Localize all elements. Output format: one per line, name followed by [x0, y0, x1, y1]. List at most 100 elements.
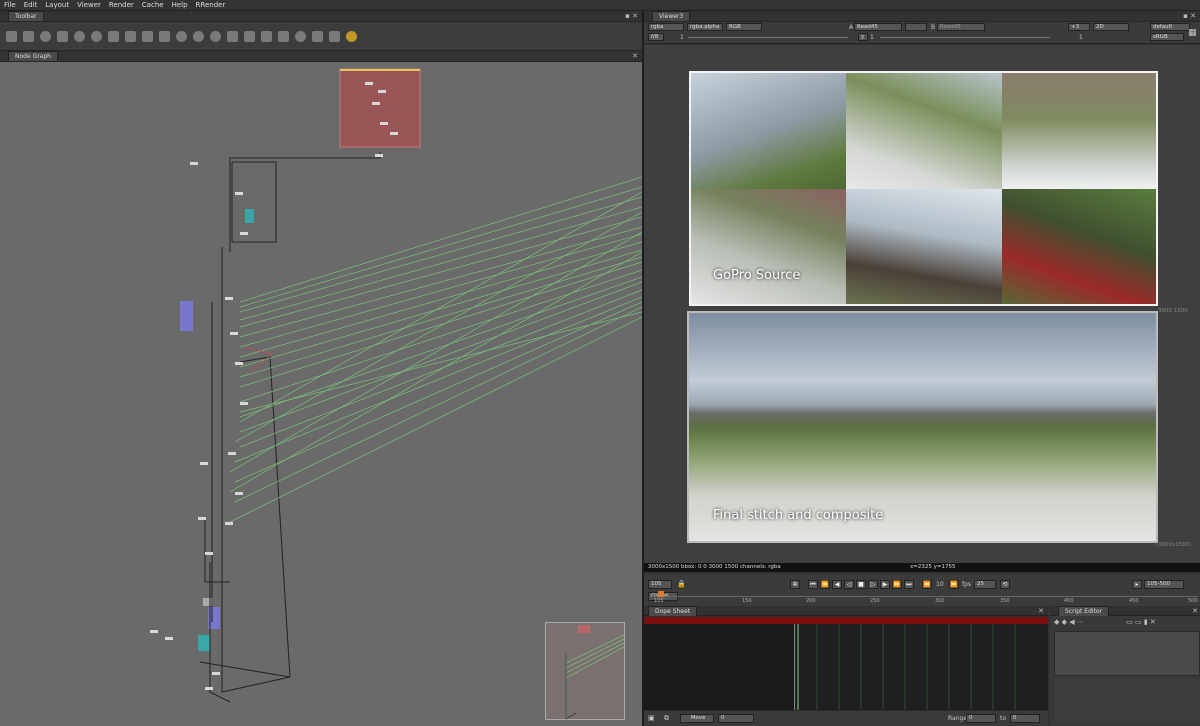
deep-tool-icon[interactable]	[193, 30, 204, 42]
cara-vr-tool-icon[interactable]	[346, 30, 357, 42]
tab-dope-sheet[interactable]: Dope Sheet	[648, 606, 698, 616]
3d-tool-icon[interactable]	[159, 30, 170, 42]
gamma-button[interactable]: y	[858, 33, 868, 41]
range-toggle-icon[interactable]: ▸	[1132, 580, 1142, 589]
menu-rrender[interactable]: RRender	[196, 1, 226, 9]
save-script-icon[interactable]: ▭	[1135, 618, 1142, 626]
first-frame-icon[interactable]: ⏮	[808, 580, 818, 589]
gain-button[interactable]: f/8	[648, 33, 664, 41]
play-options-icon[interactable]: ✲	[790, 580, 800, 589]
timeline-ruler[interactable]: 105 150 200 250 300 350 400 450 500	[650, 591, 1198, 604]
step-forward-icon[interactable]: ▶	[880, 580, 890, 589]
current-frame-field[interactable]: 105	[648, 580, 672, 589]
loop-icon[interactable]: ⟲	[1000, 580, 1010, 589]
menu-file[interactable]: File	[4, 1, 16, 9]
gain-value[interactable]: 1	[680, 34, 684, 41]
range-from-field[interactable]: 0	[966, 714, 996, 723]
node-teal-2[interactable]	[198, 635, 210, 651]
prev-script-icon[interactable]: ◆	[1054, 618, 1059, 626]
other-tool-icon[interactable]	[244, 30, 255, 42]
next-keyframe-icon[interactable]: ⏩	[892, 580, 902, 589]
playhead-marker[interactable]	[658, 591, 664, 597]
dope-sheet-close-icon[interactable]: ✕	[1038, 607, 1044, 615]
graph-pane-close-icon[interactable]: ✕	[632, 52, 638, 60]
keyer-tool-icon[interactable]	[108, 30, 119, 42]
metadata-tool-icon[interactable]	[227, 30, 238, 42]
run-script-icon[interactable]: ▮	[1144, 618, 1148, 626]
alpha-select[interactable]: rgba.alpha	[687, 23, 723, 31]
menu-help[interactable]: Help	[172, 1, 188, 9]
clear-output-icon[interactable]: ✕	[1150, 618, 1156, 626]
colorspace-select[interactable]: RGB	[726, 23, 762, 31]
last-frame-icon[interactable]: ⏭	[904, 580, 914, 589]
gamma-value[interactable]: 1	[870, 34, 874, 41]
input-a-select[interactable]: Read45	[854, 23, 902, 31]
color-tool-icon[interactable]	[74, 30, 85, 42]
lut-select[interactable]: default	[1150, 23, 1190, 31]
move-field[interactable]: 0	[718, 714, 754, 723]
skip-forward-icon[interactable]: ⏩	[949, 580, 959, 589]
dope-sheet-frame-icon[interactable]: ⧉	[664, 714, 669, 723]
tab-viewer3[interactable]: Viewer3	[652, 11, 691, 21]
filter-tool-icon[interactable]	[91, 30, 102, 42]
views-tool-icon[interactable]	[210, 30, 221, 42]
stop-icon[interactable]: ■	[856, 580, 866, 589]
fps-field[interactable]: 25	[974, 580, 996, 589]
dope-sheet-view-icon[interactable]: ▣	[648, 714, 655, 722]
viewer-settings-icon[interactable]: ▦	[1188, 28, 1197, 38]
source-script-icon[interactable]: ⋯	[1077, 618, 1084, 626]
dope-sheet-tree[interactable]	[644, 624, 794, 710]
load-script-icon[interactable]: ▭	[1126, 618, 1133, 626]
channel-tool-icon[interactable]	[57, 30, 68, 42]
merge-op-select[interactable]	[905, 23, 927, 31]
script-output[interactable]	[1054, 631, 1200, 676]
menu-layout[interactable]: Layout	[45, 1, 69, 9]
graph-navigator[interactable]	[545, 622, 625, 720]
node-teal-1[interactable]	[245, 209, 254, 223]
range-to-field[interactable]: 0	[1010, 714, 1040, 723]
merge-tool-icon[interactable]	[125, 30, 136, 42]
lock-icon[interactable]: 🔒	[677, 580, 686, 588]
play-forward-icon[interactable]: ▷	[868, 580, 878, 589]
plugin-tool-icon[interactable]	[312, 30, 323, 42]
menu-cache[interactable]: Cache	[142, 1, 164, 9]
next-script-icon[interactable]: ◆	[1062, 618, 1067, 626]
gain-slider[interactable]	[688, 37, 848, 38]
checker-tool-icon[interactable]	[329, 30, 340, 42]
draw-tool-icon[interactable]	[23, 30, 34, 42]
pane-close-icon[interactable]: ▪ ✕	[625, 12, 638, 20]
input-b-select[interactable]: Read45	[937, 23, 985, 31]
menu-viewer[interactable]: Viewer	[77, 1, 101, 9]
node-blue-1[interactable]	[180, 301, 193, 331]
frame-range-field[interactable]: 105-500	[1144, 580, 1184, 589]
menu-edit[interactable]: Edit	[24, 1, 38, 9]
backdrop-node[interactable]	[339, 68, 421, 148]
time-tool-icon[interactable]	[40, 30, 51, 42]
step-back-icon[interactable]: ◀	[832, 580, 842, 589]
gamma-slider[interactable]	[880, 37, 1050, 38]
script-editor-close-icon[interactable]: ✕	[1192, 607, 1198, 615]
tab-toolbar[interactable]: Toolbar	[8, 11, 44, 21]
menu-render[interactable]: Render	[109, 1, 134, 9]
play-backward-icon[interactable]: ◁	[844, 580, 854, 589]
viewer-close-icon[interactable]: ▪ ✕	[1183, 12, 1196, 20]
frame-value[interactable]: 1	[1079, 34, 1083, 41]
clear-history-icon[interactable]: ◀	[1069, 618, 1074, 626]
transform-tool-icon[interactable]	[142, 30, 153, 42]
furnace-tool-icon[interactable]	[261, 30, 272, 42]
zoom-select[interactable]: +3	[1068, 23, 1090, 31]
viewer-viewport[interactable]: GoPro Source 3000,1500 Final stitch and …	[644, 45, 1200, 563]
move-button[interactable]: Move	[680, 714, 714, 723]
tab-node-graph[interactable]: Node Graph	[8, 51, 58, 61]
node-graph-canvas[interactable]	[0, 62, 642, 726]
view-mode-select[interactable]: 2D	[1093, 23, 1129, 31]
increment-value[interactable]: 10	[936, 581, 944, 588]
tab-script-editor[interactable]: Script Editor	[1058, 606, 1110, 616]
channels-select[interactable]: rgba	[648, 23, 684, 31]
display-select[interactable]: sRGB	[1150, 33, 1184, 41]
gizmo-tool-icon[interactable]	[295, 30, 306, 42]
dope-sheet-track[interactable]	[794, 624, 1048, 710]
skip-back-icon[interactable]: ⏪	[922, 580, 932, 589]
particles-tool-icon[interactable]	[176, 30, 187, 42]
prev-keyframe-icon[interactable]: ⏪	[820, 580, 830, 589]
